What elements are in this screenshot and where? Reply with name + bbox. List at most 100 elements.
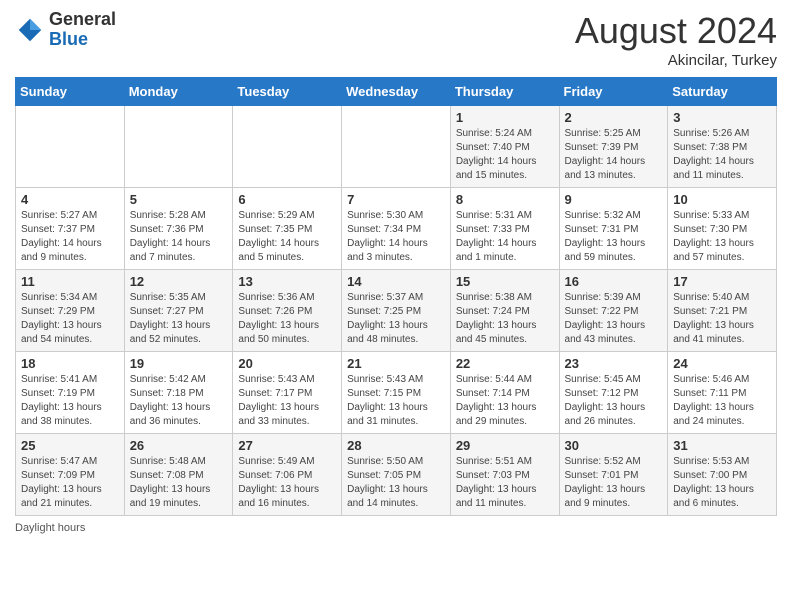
- day-info: Sunrise: 5:31 AM Sunset: 7:33 PM Dayligh…: [456, 209, 554, 265]
- day-number: 3: [673, 110, 771, 125]
- calendar-cell: 13 Sunrise: 5:36 AM Sunset: 7:26 PM Dayli…: [233, 270, 342, 352]
- day-info: Sunrise: 5:43 AM Sunset: 7:15 PM Dayligh…: [347, 373, 445, 429]
- day-number: 30: [565, 438, 663, 453]
- calendar-week-row: 1 Sunrise: 5:24 AM Sunset: 7:40 PM Daylig…: [16, 106, 777, 188]
- logo-icon: [15, 15, 45, 45]
- day-number: 8: [456, 192, 554, 207]
- day-of-week-header: Monday: [124, 78, 233, 106]
- day-info: Sunrise: 5:52 AM Sunset: 7:01 PM Dayligh…: [565, 455, 663, 511]
- day-of-week-header: Wednesday: [342, 78, 451, 106]
- calendar-cell: 30 Sunrise: 5:52 AM Sunset: 7:01 PM Dayli…: [559, 434, 668, 516]
- calendar-cell: 18 Sunrise: 5:41 AM Sunset: 7:19 PM Dayli…: [16, 352, 125, 434]
- calendar-cell: 16Sunrise: 5:39 AM Sunset: 7:22 PM Dayli…: [559, 270, 668, 352]
- day-of-week-header: Saturday: [668, 78, 777, 106]
- calendar-cell: 24Sunrise: 5:46 AM Sunset: 7:11 PM Dayli…: [668, 352, 777, 434]
- day-info: Sunrise: 5:53 AM Sunset: 7:00 PM Dayligh…: [673, 455, 771, 511]
- calendar-cell: 15 Sunrise: 5:38 AM Sunset: 7:24 PM Dayli…: [450, 270, 559, 352]
- calendar-cell: 11 Sunrise: 5:34 AM Sunset: 7:29 PM Dayli…: [16, 270, 125, 352]
- calendar-cell: 28 Sunrise: 5:50 AM Sunset: 7:05 PM Dayli…: [342, 434, 451, 516]
- day-info: Sunrise: 5:50 AM Sunset: 7:05 PM Dayligh…: [347, 455, 445, 511]
- day-number: 14: [347, 274, 445, 289]
- day-number: 28: [347, 438, 445, 453]
- logo-text: General Blue: [49, 10, 116, 50]
- logo: General Blue: [15, 10, 116, 50]
- calendar-cell: 10Sunrise: 5:33 AM Sunset: 7:30 PM Dayli…: [668, 188, 777, 270]
- day-number: 5: [130, 192, 228, 207]
- calendar-cell: 17Sunrise: 5:40 AM Sunset: 7:21 PM Dayli…: [668, 270, 777, 352]
- day-number: 25: [21, 438, 119, 453]
- day-number: 21: [347, 356, 445, 371]
- daylight-label: Daylight hours: [15, 522, 85, 534]
- page-header: General Blue August 2024 Akincilar, Turk…: [15, 10, 777, 69]
- calendar-cell: 6Sunrise: 5:29 AM Sunset: 7:35 PM Daylig…: [233, 188, 342, 270]
- day-info: Sunrise: 5:51 AM Sunset: 7:03 PM Dayligh…: [456, 455, 554, 511]
- day-number: 15: [456, 274, 554, 289]
- day-number: 20: [238, 356, 336, 371]
- day-info: Sunrise: 5:35 AM Sunset: 7:27 PM Dayligh…: [130, 291, 228, 347]
- calendar-cell: 25 Sunrise: 5:47 AM Sunset: 7:09 PM Dayli…: [16, 434, 125, 516]
- day-info: Sunrise: 5:44 AM Sunset: 7:14 PM Dayligh…: [456, 373, 554, 429]
- day-info: Sunrise: 5:28 AM Sunset: 7:36 PM Dayligh…: [130, 209, 228, 265]
- calendar-cell: 4Sunrise: 5:27 AM Sunset: 7:37 PM Daylig…: [16, 188, 125, 270]
- day-number: 13: [238, 274, 336, 289]
- calendar-cell: 29 Sunrise: 5:51 AM Sunset: 7:03 PM Dayli…: [450, 434, 559, 516]
- day-number: 22: [456, 356, 554, 371]
- calendar-cell: 2Sunrise: 5:25 AM Sunset: 7:39 PM Daylig…: [559, 106, 668, 188]
- day-number: 16: [565, 274, 663, 289]
- day-number: 18: [21, 356, 119, 371]
- day-number: 12: [130, 274, 228, 289]
- day-info: Sunrise: 5:46 AM Sunset: 7:11 PM Dayligh…: [673, 373, 771, 429]
- day-info: Sunrise: 5:32 AM Sunset: 7:31 PM Dayligh…: [565, 209, 663, 265]
- calendar-week-row: 18 Sunrise: 5:41 AM Sunset: 7:19 PM Dayli…: [16, 352, 777, 434]
- day-number: 1: [456, 110, 554, 125]
- day-info: Sunrise: 5:45 AM Sunset: 7:12 PM Dayligh…: [565, 373, 663, 429]
- day-number: 29: [456, 438, 554, 453]
- calendar-cell: [342, 106, 451, 188]
- day-info: Sunrise: 5:36 AM Sunset: 7:26 PM Dayligh…: [238, 291, 336, 347]
- day-of-week-header: Tuesday: [233, 78, 342, 106]
- calendar-cell: [124, 106, 233, 188]
- day-number: 19: [130, 356, 228, 371]
- day-info: Sunrise: 5:48 AM Sunset: 7:08 PM Dayligh…: [130, 455, 228, 511]
- calendar-cell: 20 Sunrise: 5:43 AM Sunset: 7:17 PM Dayli…: [233, 352, 342, 434]
- calendar-week-row: 11 Sunrise: 5:34 AM Sunset: 7:29 PM Dayli…: [16, 270, 777, 352]
- day-info: Sunrise: 5:42 AM Sunset: 7:18 PM Dayligh…: [130, 373, 228, 429]
- day-info: Sunrise: 5:43 AM Sunset: 7:17 PM Dayligh…: [238, 373, 336, 429]
- calendar-cell: 23 Sunrise: 5:45 AM Sunset: 7:12 PM Dayli…: [559, 352, 668, 434]
- day-number: 7: [347, 192, 445, 207]
- calendar-cell: 19 Sunrise: 5:42 AM Sunset: 7:18 PM Dayli…: [124, 352, 233, 434]
- day-info: Sunrise: 5:40 AM Sunset: 7:21 PM Dayligh…: [673, 291, 771, 347]
- calendar-cell: [16, 106, 125, 188]
- day-info: Sunrise: 5:38 AM Sunset: 7:24 PM Dayligh…: [456, 291, 554, 347]
- day-info: Sunrise: 5:27 AM Sunset: 7:37 PM Dayligh…: [21, 209, 119, 265]
- day-info: Sunrise: 5:24 AM Sunset: 7:40 PM Dayligh…: [456, 127, 554, 183]
- calendar-cell: 5 Sunrise: 5:28 AM Sunset: 7:36 PM Daylig…: [124, 188, 233, 270]
- month-year: August 2024: [575, 10, 777, 52]
- day-of-week-header: Friday: [559, 78, 668, 106]
- day-info: Sunrise: 5:37 AM Sunset: 7:25 PM Dayligh…: [347, 291, 445, 347]
- calendar-cell: 27 Sunrise: 5:49 AM Sunset: 7:06 PM Dayli…: [233, 434, 342, 516]
- day-info: Sunrise: 5:41 AM Sunset: 7:19 PM Dayligh…: [21, 373, 119, 429]
- day-info: Sunrise: 5:34 AM Sunset: 7:29 PM Dayligh…: [21, 291, 119, 347]
- day-info: Sunrise: 5:33 AM Sunset: 7:30 PM Dayligh…: [673, 209, 771, 265]
- calendar-cell: 3Sunrise: 5:26 AM Sunset: 7:38 PM Daylig…: [668, 106, 777, 188]
- footer: Daylight hours: [15, 522, 777, 534]
- day-number: 27: [238, 438, 336, 453]
- calendar-cell: 22 Sunrise: 5:44 AM Sunset: 7:14 PM Dayli…: [450, 352, 559, 434]
- day-number: 6: [238, 192, 336, 207]
- calendar-cell: 31Sunrise: 5:53 AM Sunset: 7:00 PM Dayli…: [668, 434, 777, 516]
- day-of-week-header: Thursday: [450, 78, 559, 106]
- day-of-week-header: Sunday: [16, 78, 125, 106]
- day-info: Sunrise: 5:47 AM Sunset: 7:09 PM Dayligh…: [21, 455, 119, 511]
- day-number: 11: [21, 274, 119, 289]
- location: Akincilar, Turkey: [575, 52, 777, 69]
- day-number: 23: [565, 356, 663, 371]
- day-info: Sunrise: 5:49 AM Sunset: 7:06 PM Dayligh…: [238, 455, 336, 511]
- calendar-cell: 21 Sunrise: 5:43 AM Sunset: 7:15 PM Dayli…: [342, 352, 451, 434]
- calendar-table: SundayMondayTuesdayWednesdayThursdayFrid…: [15, 77, 777, 516]
- calendar-cell: 9Sunrise: 5:32 AM Sunset: 7:31 PM Daylig…: [559, 188, 668, 270]
- calendar-cell: 7Sunrise: 5:30 AM Sunset: 7:34 PM Daylig…: [342, 188, 451, 270]
- calendar-week-row: 4Sunrise: 5:27 AM Sunset: 7:37 PM Daylig…: [16, 188, 777, 270]
- calendar-cell: 1 Sunrise: 5:24 AM Sunset: 7:40 PM Daylig…: [450, 106, 559, 188]
- calendar-cell: 8 Sunrise: 5:31 AM Sunset: 7:33 PM Daylig…: [450, 188, 559, 270]
